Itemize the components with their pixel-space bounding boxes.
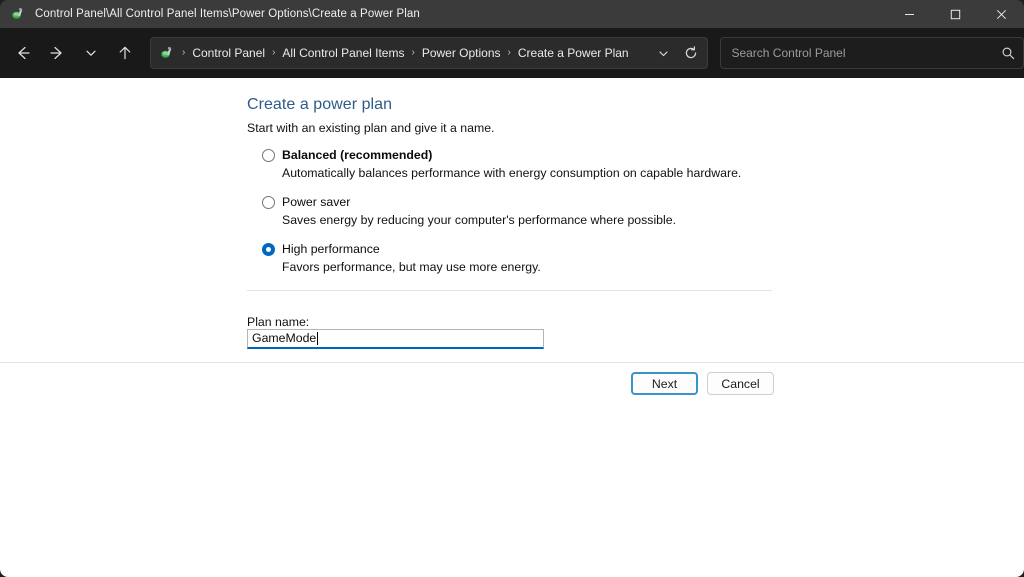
forward-arrow-icon[interactable] [40,36,74,70]
breadcrumb-item-all-control-panel-items[interactable]: All Control Panel Items [278,43,408,63]
address-bar-actions [649,39,707,67]
section-divider [247,290,772,291]
option-balanced[interactable]: Balanced (recommended) Automatically bal… [247,146,867,180]
minimize-button[interactable] [886,0,932,28]
breadcrumb-item-create-a-power-plan[interactable]: Create a Power Plan [514,43,633,63]
breadcrumb-separator: › [272,47,276,58]
content-area: Create a power plan Start with an existi… [0,78,1024,577]
page-subtitle: Start with an existing plan and give it … [247,121,495,135]
breadcrumb-control-panel-icon [159,45,175,61]
breadcrumb-separator: › [507,47,511,58]
power-plan-options: Balanced (recommended) Automatically bal… [247,146,867,287]
radio-high-performance[interactable] [262,242,275,256]
refresh-icon[interactable] [677,39,705,67]
back-arrow-icon[interactable] [6,36,40,70]
search-input[interactable] [721,46,993,60]
address-toolbar: › Control Panel › All Control Panel Item… [0,28,1024,78]
option-balanced-description: Automatically balances performance with … [282,166,742,180]
footer-separator [0,362,1024,363]
option-power-saver-description: Saves energy by reducing your computer's… [282,213,676,227]
search-icon[interactable] [993,38,1023,68]
next-button[interactable]: Next [631,372,698,395]
search-box[interactable] [720,37,1024,69]
recent-locations-chevron-down-icon[interactable] [74,36,108,70]
plan-name-input[interactable]: GameMode [247,329,544,349]
control-panel-icon [10,6,26,22]
control-panel-window: Control Panel\All Control Panel Items\Po… [0,0,1024,577]
plan-name-label: Plan name: [247,315,310,329]
maximize-button[interactable] [932,0,978,28]
breadcrumb-item-control-panel[interactable]: Control Panel [188,43,269,63]
option-high-performance-description: Favors performance, but may use more ene… [282,260,541,274]
close-button[interactable] [978,0,1024,28]
breadcrumb-item-power-options[interactable]: Power Options [418,43,505,63]
option-high-performance[interactable]: High performance Favors performance, but… [247,240,867,274]
breadcrumb-separator: › [411,47,415,58]
address-dropdown-chevron-down-icon[interactable] [649,39,677,67]
address-bar[interactable]: › Control Panel › All Control Panel Item… [150,37,709,69]
up-arrow-icon[interactable] [108,36,142,70]
option-power-saver[interactable]: Power saver Saves energy by reducing you… [247,193,867,227]
plan-name-value: GameMode [252,331,317,346]
option-high-performance-label: High performance [282,242,380,256]
radio-power-saver[interactable] [262,195,275,209]
option-balanced-header[interactable]: Balanced (recommended) [247,146,867,164]
footer-buttons: Next Cancel [631,372,774,395]
option-power-saver-label: Power saver [282,195,351,209]
option-power-saver-header[interactable]: Power saver [247,193,867,211]
breadcrumb-separator: › [182,47,186,58]
radio-balanced[interactable] [262,148,275,162]
option-balanced-label: Balanced (recommended) [282,148,433,162]
breadcrumb: › Control Panel › All Control Panel Item… [175,43,649,63]
page-title: Create a power plan [247,96,393,113]
text-caret [317,332,319,345]
cancel-button[interactable]: Cancel [707,372,774,395]
title-bar: Control Panel\All Control Panel Items\Po… [0,0,1024,28]
window-title: Control Panel\All Control Panel Items\Po… [35,8,420,20]
window-controls [886,0,1024,28]
navigation-buttons [6,35,142,71]
option-high-performance-header[interactable]: High performance [247,240,867,258]
